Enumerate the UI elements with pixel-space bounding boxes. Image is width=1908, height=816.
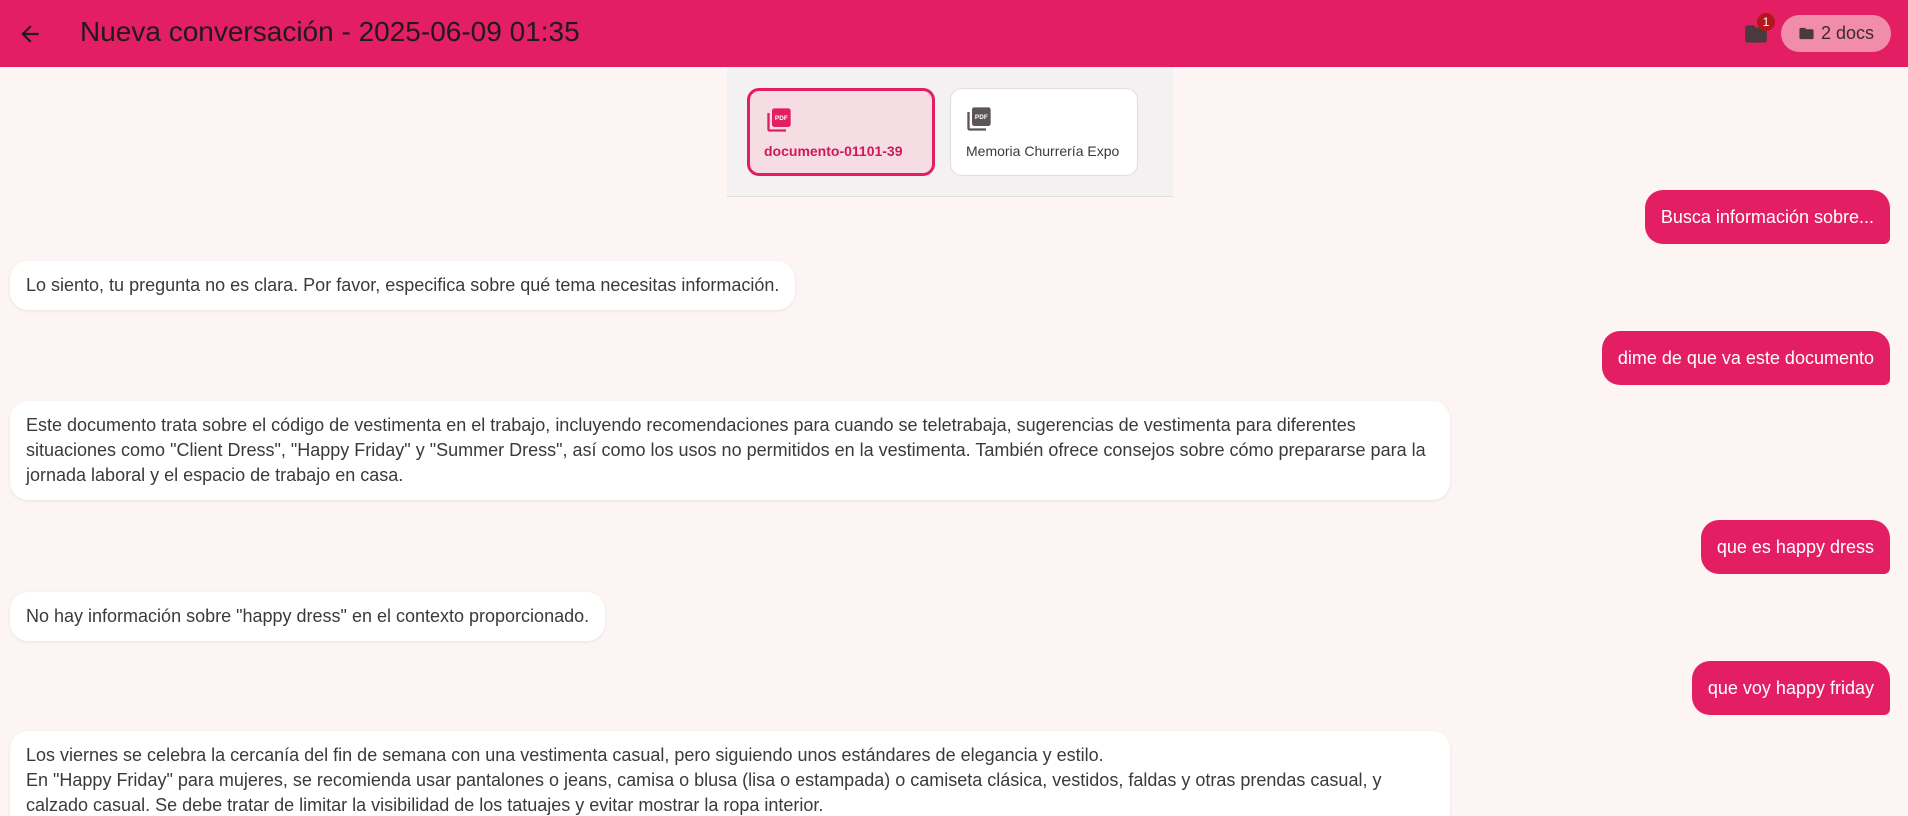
user-message: dime de que va este documento (1601, 331, 1890, 385)
document-card-selected[interactable]: PDF documento-01101-39 (747, 88, 935, 176)
notification-badge: 1 (1757, 13, 1775, 31)
folder-icon (1799, 27, 1814, 40)
document-card[interactable]: PDF Memoria Churrería Expo (950, 88, 1138, 176)
bot-message: No hay información sobre "happy dress" e… (10, 592, 606, 641)
bot-message: Lo siento, tu pregunta no es clara. Por … (10, 261, 796, 310)
message-text: No hay información sobre "happy dress" e… (26, 606, 590, 626)
docs-chip[interactable]: 2 docs (1781, 15, 1891, 52)
app-bar: Nueva conversación - 2025-06-09 01:35 1 … (0, 0, 1908, 67)
message-text: Los viernes se celebra la cercanía del f… (26, 745, 1382, 815)
message-text: que voy happy friday (1707, 677, 1874, 698)
message-text: Busca información sobre... (1660, 206, 1874, 227)
document-selector: PDF documento-01101-39 PDF Memoria Churr… (727, 67, 1173, 197)
user-message: que es happy dress (1700, 520, 1890, 574)
document-name: documento-01101-39 (764, 143, 903, 159)
message-text: dime de que va este documento (1617, 347, 1874, 368)
message-text: que es happy dress (1716, 536, 1874, 557)
docs-chip-label: 2 docs (1820, 23, 1875, 43)
user-message: Busca información sobre... (1644, 190, 1890, 244)
bot-message: Los viernes se celebra la cercanía del f… (10, 731, 1450, 816)
svg-text:PDF: PDF (775, 115, 788, 122)
message-text: Lo siento, tu pregunta no es clara. Por … (26, 275, 780, 295)
bot-message: Este documento trata sobre el código de … (10, 401, 1450, 500)
folder-notifications-button[interactable]: 1 (1736, 13, 1776, 54)
user-message: que voy happy friday (1691, 661, 1890, 715)
message-text: Este documento trata sobre el código de … (26, 415, 1431, 485)
svg-text:PDF: PDF (975, 114, 988, 121)
arrow-left-icon (21, 25, 39, 43)
document-name: Memoria Churrería Expo (966, 143, 1120, 159)
pdf-icon: PDF (967, 107, 991, 131)
back-button[interactable] (10, 14, 50, 54)
pdf-icon: PDF (767, 108, 791, 132)
page-title: Nueva conversación - 2025-06-09 01:35 (80, 16, 580, 47)
